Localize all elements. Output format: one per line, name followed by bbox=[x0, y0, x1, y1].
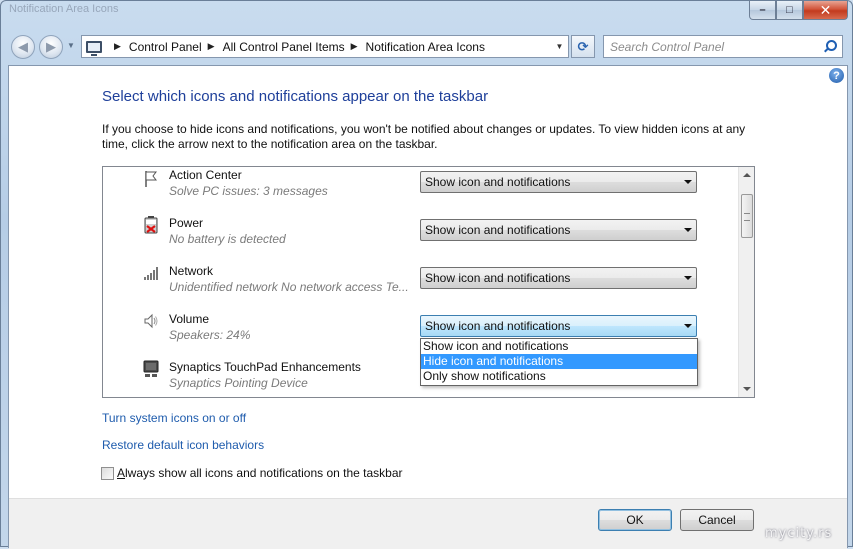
row-status: Solve PC issues: 3 messages bbox=[169, 184, 328, 198]
row-name: Volume bbox=[169, 312, 210, 326]
behavior-dropdown-list[interactable]: Show icon and notifications Hide icon an… bbox=[420, 338, 698, 386]
select-value: Show icon and notifications bbox=[425, 175, 571, 189]
scroll-down-icon[interactable] bbox=[743, 387, 751, 391]
watermark: mycity.rs bbox=[765, 526, 833, 541]
select-value: Show icon and notifications bbox=[425, 271, 571, 285]
select-value: Show icon and notifications bbox=[425, 223, 571, 237]
list-item: Power No battery is detected Show icon a… bbox=[103, 215, 739, 263]
row-status: Synaptics Pointing Device bbox=[169, 376, 308, 390]
row-name: Synaptics TouchPad Enhancements bbox=[169, 360, 361, 374]
chevron-down-icon bbox=[684, 228, 692, 232]
flag-icon bbox=[141, 169, 161, 189]
list-item: Action Center Solve PC issues: 3 message… bbox=[103, 167, 739, 215]
close-button[interactable]: ✕ bbox=[803, 1, 848, 20]
breadcrumb-separator[interactable]: ▶ bbox=[351, 41, 358, 52]
search-input[interactable] bbox=[610, 39, 810, 54]
breadcrumb-notification-area[interactable]: Notification Area Icons bbox=[366, 40, 485, 54]
address-bar[interactable]: ▶ Control Panel ▶ All Control Panel Item… bbox=[81, 35, 569, 58]
behavior-select[interactable]: Show icon and notifications bbox=[420, 267, 697, 289]
breadcrumb-all-items[interactable]: All Control Panel Items bbox=[223, 40, 345, 54]
touchpad-icon bbox=[141, 359, 161, 379]
behavior-select[interactable]: Show icon and notifications bbox=[420, 219, 697, 241]
scroll-up-icon[interactable] bbox=[743, 173, 751, 177]
behavior-select[interactable]: Show icon and notifications bbox=[420, 315, 697, 337]
chevron-down-icon bbox=[684, 276, 692, 280]
cancel-button[interactable]: Cancel bbox=[680, 509, 754, 531]
window-title: Notification Area Icons bbox=[9, 3, 119, 15]
dropdown-option-notifications-only[interactable]: Only show notifications bbox=[421, 369, 697, 384]
row-name: Power bbox=[169, 216, 204, 230]
row-name: Network bbox=[169, 264, 214, 278]
turn-system-icons-link[interactable]: Turn system icons on or off bbox=[102, 411, 246, 425]
chevron-down-icon bbox=[684, 180, 692, 184]
restore-defaults-link[interactable]: Restore default icon behaviors bbox=[102, 438, 264, 452]
row-status: Unidentified network No network access T… bbox=[169, 280, 409, 294]
button-bar: OK Cancel bbox=[9, 498, 847, 549]
breadcrumb-control-panel[interactable]: Control Panel bbox=[129, 40, 202, 54]
breadcrumb-separator[interactable]: ▶ bbox=[208, 41, 215, 52]
window-frame: Notification Area Icons – □ ✕ ◀ ▶ ▼ ▶ Co… bbox=[0, 0, 853, 549]
page-title: Select which icons and notifications app… bbox=[102, 88, 489, 105]
forward-button[interactable]: ▶ bbox=[39, 35, 63, 59]
behavior-select[interactable]: Show icon and notifications bbox=[420, 171, 697, 193]
minimize-button[interactable]: – bbox=[749, 1, 776, 20]
recent-pages-dropdown[interactable]: ▼ bbox=[67, 41, 75, 50]
dropdown-option-show[interactable]: Show icon and notifications bbox=[421, 339, 697, 354]
search-box[interactable] bbox=[603, 35, 843, 58]
content-pane: ? Select which icons and notifications a… bbox=[8, 65, 848, 549]
caption-buttons: – □ ✕ bbox=[749, 1, 848, 20]
network-signal-icon bbox=[141, 263, 161, 283]
maximize-button[interactable]: □ bbox=[776, 1, 803, 20]
page-description: If you choose to hide icons and notifica… bbox=[102, 122, 746, 151]
battery-icon bbox=[141, 215, 161, 235]
back-button[interactable]: ◀ bbox=[11, 35, 35, 59]
vertical-scrollbar[interactable] bbox=[738, 167, 754, 397]
breadcrumb-separator[interactable]: ▶ bbox=[114, 41, 121, 52]
always-show-label[interactable]: Always show all icons and notifications … bbox=[117, 466, 403, 480]
select-value: Show icon and notifications bbox=[425, 319, 571, 333]
chevron-down-icon bbox=[684, 324, 692, 328]
row-status: Speakers: 24% bbox=[169, 328, 251, 342]
row-status: No battery is detected bbox=[169, 232, 286, 246]
always-show-option[interactable]: Always show all icons and notifications … bbox=[101, 466, 403, 480]
address-dropdown-icon[interactable]: ▼ bbox=[551, 36, 568, 57]
control-panel-icon bbox=[86, 40, 102, 56]
search-icon[interactable] bbox=[823, 39, 837, 54]
scroll-thumb[interactable] bbox=[741, 194, 753, 238]
row-name: Action Center bbox=[169, 168, 242, 182]
dropdown-option-hide[interactable]: Hide icon and notifications bbox=[421, 354, 697, 369]
help-icon[interactable]: ? bbox=[829, 68, 844, 83]
list-item: Network Unidentified network No network … bbox=[103, 263, 739, 311]
refresh-button[interactable]: ⟳ bbox=[571, 35, 595, 58]
speaker-icon bbox=[141, 311, 161, 331]
ok-button[interactable]: OK bbox=[598, 509, 672, 531]
always-show-checkbox[interactable] bbox=[101, 466, 114, 480]
